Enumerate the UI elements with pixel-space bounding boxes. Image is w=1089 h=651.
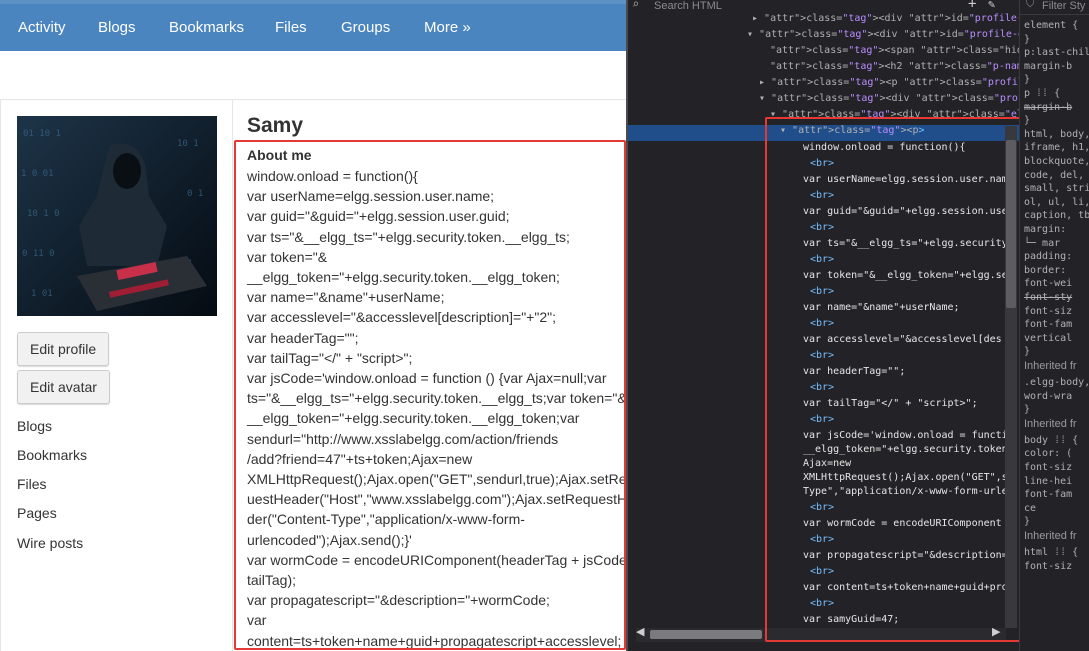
highlight-box-devtools — [765, 117, 1024, 642]
search-icon: ⌕ — [632, 0, 640, 11]
css-rule-line: } — [1024, 404, 1031, 416]
css-rule-line: line-hei — [1024, 475, 1073, 487]
css-rule-line: margin-b — [1024, 60, 1073, 72]
nav-blogs[interactable]: Blogs — [98, 4, 136, 51]
nav-bookmarks[interactable]: Bookmarks — [169, 4, 244, 51]
css-rule-line: ol, ul, li, — [1024, 196, 1089, 208]
css-rule-line: word-wra — [1024, 390, 1073, 402]
filter-styles-input[interactable]: Filter Sty — [1042, 0, 1085, 12]
css-rule-line: ce — [1024, 502, 1037, 514]
picker-icon[interactable]: ✎ — [988, 0, 995, 11]
css-rule-line: blockquote, — [1024, 156, 1089, 167]
css-rule-line: font-sty — [1024, 292, 1073, 303]
avatar: 01 10 11 0 0110 1 0 0 11 01 0110 1 0 101 — [17, 116, 217, 316]
css-rule-line: } — [1024, 74, 1031, 86]
site-nav: Activity Blogs Bookmarks Files Groups Mo… — [0, 4, 626, 51]
css-rule-line: } — [1024, 33, 1031, 45]
css-rule-line: html, body, — [1024, 128, 1089, 140]
edit-avatar-button[interactable]: Edit avatar — [17, 370, 110, 404]
css-rule-line: caption, tb — [1024, 210, 1089, 222]
nav-groups[interactable]: Groups — [341, 4, 390, 51]
dom-horizontal-scroll-thumb[interactable] — [650, 630, 762, 639]
sidebar-link-blogs[interactable]: Blogs — [17, 418, 52, 434]
svg-text:10 1: 10 1 — [177, 139, 199, 149]
svg-text:10 1 0: 10 1 0 — [27, 209, 60, 219]
styles-separator — [1020, 14, 1089, 15]
svg-text:1 0 01: 1 0 01 — [21, 169, 54, 179]
css-rule-line: .elgg-body, — [1024, 377, 1089, 388]
svg-text:0 11 0: 0 11 0 — [22, 249, 55, 259]
css-rule-line: Inherited fr — [1024, 417, 1077, 430]
styles-panel: ⛉ Filter Sty element {} p:last-chil margi… — [1019, 0, 1089, 651]
css-rule-line: code, del, — [1024, 169, 1085, 181]
css-rule-line: } — [1024, 346, 1031, 358]
sidebar-link-files[interactable]: Files — [17, 476, 47, 492]
svg-text:1 01: 1 01 — [31, 289, 53, 299]
css-rule-line: font-siz — [1024, 462, 1073, 473]
sidebar-link-bookmarks[interactable]: Bookmarks — [17, 447, 87, 463]
edit-profile-button[interactable]: Edit profile — [17, 332, 110, 366]
css-rule-line: font-fam — [1024, 319, 1073, 331]
svg-text:0 1: 0 1 — [187, 189, 203, 199]
highlight-box-page — [234, 140, 626, 650]
css-rule-line: border: — [1024, 264, 1067, 276]
html-search-input[interactable]: Search HTML — [654, 0, 722, 14]
scroll-left-icon[interactable]: ◀ — [636, 625, 644, 638]
css-rule-line: padding: — [1024, 251, 1073, 263]
css-rule-line: iframe, h1, — [1024, 142, 1089, 154]
css-rule-line: font-siz — [1024, 305, 1073, 317]
css-rule-line: element { — [1024, 20, 1079, 31]
add-node-icon[interactable]: + — [968, 0, 976, 12]
css-rule-line: p:last-chil — [1024, 47, 1089, 59]
css-rule-line: font-wei — [1024, 278, 1073, 290]
profile-sidebar: 01 10 11 0 0110 1 0 0 11 01 0110 1 0 101… — [0, 100, 233, 651]
css-rule-line: Inherited fr — [1024, 360, 1077, 372]
nav-files[interactable]: Files — [275, 4, 307, 51]
css-rule-line: color: ( — [1024, 448, 1073, 460]
css-rule-line: font-siz — [1024, 560, 1073, 572]
css-rule-line: └─ mar — [1024, 237, 1061, 249]
css-rule-line: Inherited fr — [1024, 530, 1077, 542]
css-rule-line: small, stri — [1024, 183, 1089, 195]
filter-icon: ⛉ — [1026, 0, 1035, 10]
nav-activity[interactable]: Activity — [18, 4, 66, 51]
hacker-avatar-image: 01 10 11 0 0110 1 0 0 11 01 0110 1 0 101 — [17, 116, 217, 316]
nav-more[interactable]: More » — [424, 4, 471, 51]
sidebar-link-wire-posts[interactable]: Wire posts — [17, 535, 83, 551]
css-rule-line: p ⁞⁞ { — [1024, 88, 1061, 99]
sidebar-link-pages[interactable]: Pages — [17, 505, 57, 521]
css-rule-line: } — [1024, 516, 1031, 528]
css-rule-line: } — [1024, 115, 1031, 127]
svg-text:01 10 1: 01 10 1 — [23, 129, 61, 139]
css-rule-line: font-fam — [1024, 489, 1073, 501]
css-rule-line: margin: — [1024, 224, 1067, 235]
profile-name: Samy — [247, 114, 304, 137]
css-rule-line: html ⁞⁞ { — [1024, 547, 1079, 558]
css-rule-line: vertical — [1024, 332, 1073, 344]
css-rule-line: body ⁞⁞ { — [1024, 434, 1079, 446]
css-rule-line: margin-b — [1024, 101, 1073, 113]
